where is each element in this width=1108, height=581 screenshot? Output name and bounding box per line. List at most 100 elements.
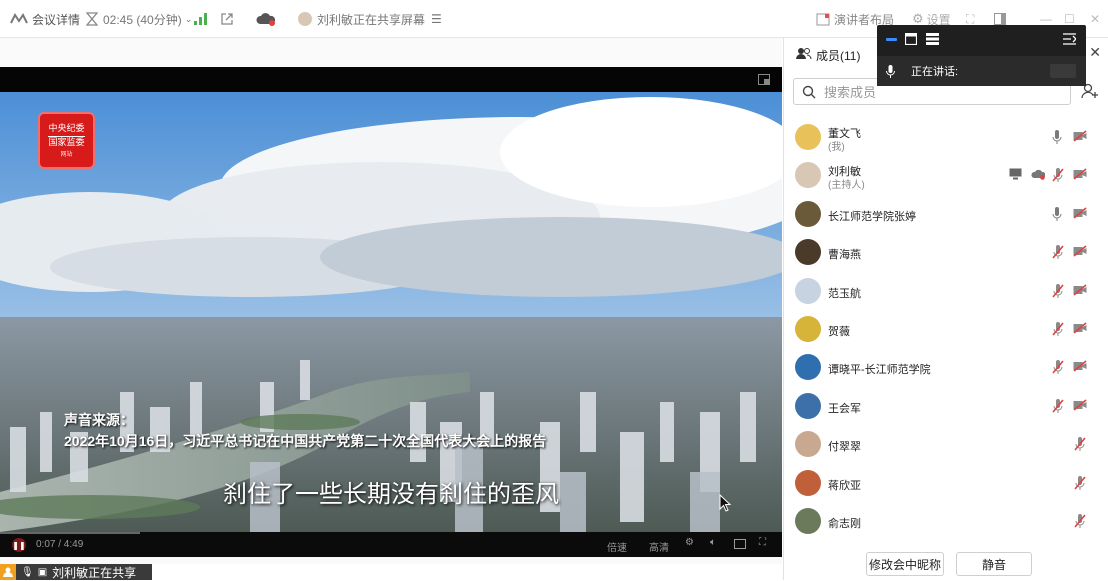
member-role: (我) xyxy=(828,142,845,153)
video-time: 0:07 / 4:49 xyxy=(36,539,84,550)
gear-icon[interactable]: ⚙ xyxy=(685,537,694,548)
video-controls: ❚❚ 0:07 / 4:49 倍速 高清 ⚙ 🔈︎ ⛶ xyxy=(0,532,782,557)
mouse-cursor-icon xyxy=(719,494,731,512)
camera-off-icon[interactable] xyxy=(1073,130,1087,144)
mute-all-button[interactable]: 静音 xyxy=(956,552,1032,576)
mic-muted-icon[interactable] xyxy=(1074,437,1088,452)
video-top-bar xyxy=(0,67,782,92)
microphone-icon xyxy=(886,64,895,78)
quality-button[interactable]: 高清 xyxy=(649,539,669,554)
video-subtitle: 刹住了一些长期没有刹住的歪风 xyxy=(223,481,559,508)
search-icon xyxy=(802,85,816,98)
caption-source: 声音来源： xyxy=(64,412,134,428)
meeting-details-button[interactable]: 会议详情 xyxy=(10,0,80,38)
microphone-icon[interactable] xyxy=(1052,206,1066,221)
avatar xyxy=(795,392,821,419)
member-row[interactable]: 曹海燕 xyxy=(784,233,1108,271)
mic-muted-icon[interactable] xyxy=(1052,360,1066,375)
mic-muted-icon[interactable] xyxy=(1052,398,1066,413)
member-row[interactable]: 付翠翠 xyxy=(784,425,1108,463)
sharing-status-bar[interactable]: 🎙︎ ▣ 刘利敏正在共享 xyxy=(0,564,152,580)
member-row[interactable]: 蒋欣亚 xyxy=(784,464,1108,502)
speaking-widget[interactable]: 正在讲话: xyxy=(877,25,1086,86)
user-icon xyxy=(0,564,16,580)
list-icon: ☰ xyxy=(431,12,442,26)
member-name: 曹海燕 xyxy=(828,249,861,262)
camera-off-icon[interactable] xyxy=(1073,360,1087,374)
member-row[interactable]: 谭晓平-长江师范学院 xyxy=(784,348,1108,386)
window-icon[interactable] xyxy=(905,33,917,45)
meeting-logo-icon xyxy=(10,13,28,24)
camera-off-icon[interactable] xyxy=(1073,207,1087,221)
sharer-avatar xyxy=(298,12,312,26)
mic-muted-icon[interactable] xyxy=(1052,245,1066,260)
member-name: 付翠翠 xyxy=(828,441,861,454)
camera-off-icon[interactable] xyxy=(1073,399,1087,413)
member-row[interactable]: 王会军 xyxy=(784,387,1108,425)
avatar xyxy=(795,162,821,189)
mic-muted-icon[interactable] xyxy=(1074,475,1088,490)
video-frame: 中央纪委 国家监委 网站 声音来源： 2022年10月16日，习近平总书记在中国… xyxy=(0,92,782,532)
progress-bar[interactable] xyxy=(0,532,140,534)
shared-screen-area: 中央纪委 国家监委 网站 声音来源： 2022年10月16日，习近平总书记在中国… xyxy=(0,38,782,564)
member-name: 贺薇 xyxy=(828,326,850,338)
close-panel-icon[interactable]: ✕ xyxy=(1089,44,1101,61)
camera-off-icon[interactable] xyxy=(1073,168,1087,182)
hourglass-icon xyxy=(86,12,98,26)
avatar xyxy=(795,277,821,304)
member-row[interactable]: 贺薇 xyxy=(784,310,1108,348)
screen-share-icon[interactable] xyxy=(1009,168,1023,182)
members-icon xyxy=(796,48,812,60)
mic-muted-icon[interactable] xyxy=(1052,283,1066,298)
camera-off-icon[interactable] xyxy=(1073,245,1087,259)
speaking-row: 正在讲话: xyxy=(877,56,1086,86)
microphone-icon[interactable] xyxy=(1052,130,1066,144)
member-row[interactable]: 俞志刚 xyxy=(784,502,1108,540)
mic-muted-icon[interactable] xyxy=(1052,322,1066,336)
pause-icon[interactable]: ❚❚ xyxy=(12,538,26,552)
rename-in-meeting-button[interactable]: 修改会中昵称 xyxy=(866,552,944,576)
search-placeholder: 搜索成员 xyxy=(824,85,877,100)
member-name: 范玉航 xyxy=(828,287,861,300)
chevron-down-icon: ⌄ xyxy=(184,13,193,24)
cloud-record-icon[interactable] xyxy=(1031,168,1046,182)
mic-muted-icon: 🎙︎ xyxy=(21,566,34,578)
city-skyline-image xyxy=(0,92,782,532)
grid-list-icon[interactable] xyxy=(926,33,939,45)
mic-muted-icon[interactable] xyxy=(1074,514,1088,528)
close-window-icon[interactable]: ✕ xyxy=(1090,0,1100,38)
screen-mode-icon[interactable] xyxy=(734,539,746,549)
members-title: 成员(11) xyxy=(816,49,861,63)
timer-label: 02:45 (40分钟) xyxy=(103,12,182,27)
sharing-notice[interactable]: 刘利敏正在共享屏幕 ☰ xyxy=(298,0,442,38)
meeting-timer[interactable]: 02:45 (40分钟) ⌄ xyxy=(86,0,192,38)
cloud-record-icon[interactable] xyxy=(256,0,276,38)
minimize-widget-icon[interactable] xyxy=(886,38,897,41)
member-name: 王会军 xyxy=(828,402,861,415)
camera-off-icon[interactable] xyxy=(1073,283,1087,298)
fullscreen-video-icon[interactable]: ⛶ xyxy=(759,537,766,548)
logo-line3: 网站 xyxy=(60,150,73,158)
avatar xyxy=(795,431,821,458)
signal-icon[interactable] xyxy=(194,0,208,38)
member-name: 俞志刚 xyxy=(828,518,861,530)
member-row[interactable]: 董文飞 (我) xyxy=(784,118,1108,156)
caption-line: 2022年10月16日，习近平总书记在中国共产党第二十次全国代表大会上的报告 xyxy=(64,433,547,449)
member-row[interactable]: 长江师范学院张婷 xyxy=(784,195,1108,233)
meeting-details-label: 会议详情 xyxy=(32,12,81,27)
collapse-panel-icon[interactable] xyxy=(1063,33,1076,45)
camera-off-icon[interactable] xyxy=(1073,322,1087,336)
member-row[interactable]: 范玉航 xyxy=(784,272,1108,310)
external-link-icon[interactable] xyxy=(220,0,234,38)
sharing-status-label: 刘利敏正在共享 xyxy=(52,565,137,580)
pip-icon[interactable] xyxy=(758,74,770,85)
avatar xyxy=(795,200,821,227)
logo-line1: 中央纪委 xyxy=(48,123,85,137)
volume-icon[interactable]: 🔈︎ xyxy=(710,537,716,548)
avatar xyxy=(795,354,821,381)
mic-muted-icon[interactable] xyxy=(1052,168,1066,183)
video-player[interactable]: 中央纪委 国家监委 网站 声音来源： 2022年10月16日，习近平总书记在中国… xyxy=(0,67,782,557)
member-name: 长江师范学院张婷 xyxy=(828,210,916,223)
speed-button[interactable]: 倍速 xyxy=(607,539,627,554)
member-row[interactable]: 刘利敏 (主持人) xyxy=(784,156,1108,194)
